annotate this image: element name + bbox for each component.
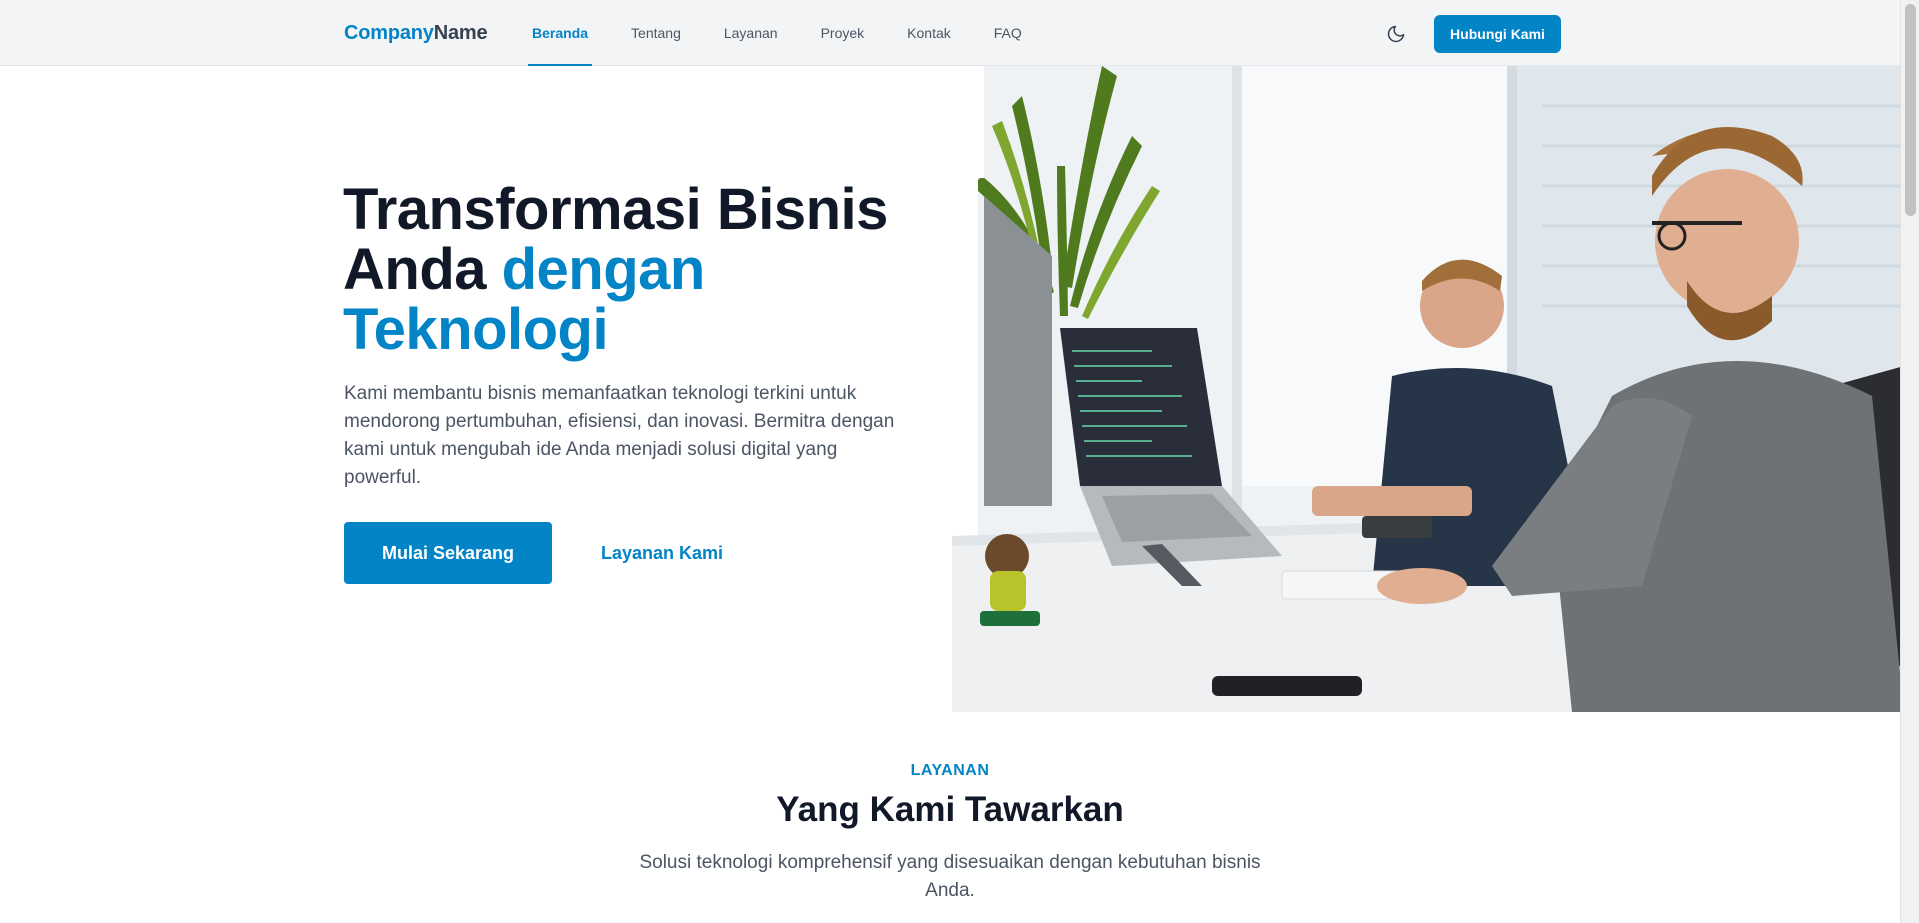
brand-part-company: Company <box>344 22 434 44</box>
our-services-link[interactable]: Layanan Kami <box>582 522 742 584</box>
get-started-button[interactable]: Mulai Sekarang <box>344 522 552 584</box>
page-scrollbar[interactable] <box>1900 0 1919 923</box>
brand-part-name: Name <box>433 22 488 44</box>
nav-item-faq[interactable]: FAQ <box>990 0 1026 66</box>
main-nav: Beranda Tentang Layanan Proyek Kontak FA… <box>528 0 1061 66</box>
hero-image <box>952 66 1904 712</box>
nav-item-kontak[interactable]: Kontak <box>903 0 955 66</box>
nav-item-layanan[interactable]: Layanan <box>720 0 782 66</box>
hero-title-line1: Transformasi Bisnis <box>343 177 888 242</box>
theme-toggle-button[interactable] <box>1382 20 1410 48</box>
navbar: CompanyName Beranda Tentang Layanan Proy… <box>0 0 1900 66</box>
moon-icon <box>1387 25 1405 43</box>
nav-item-tentang[interactable]: Tentang <box>627 0 685 66</box>
hero-title-accent1: dengan <box>501 237 706 302</box>
hero-title-line2: Anda <box>343 237 502 302</box>
hero-title: Transformasi Bisnis Anda dengan Teknolog… <box>343 180 923 360</box>
services-title: Yang Kami Tawarkan <box>776 790 1124 829</box>
hero-description: Kami membantu bisnis memanfaatkan teknol… <box>344 383 895 488</box>
brand-logo[interactable]: CompanyName <box>344 22 488 45</box>
services-eyebrow: LAYANAN <box>910 762 990 779</box>
services-description: Solusi teknologi komprehensif yang dises… <box>639 852 1261 901</box>
nav-item-proyek[interactable]: Proyek <box>817 0 869 66</box>
contact-us-button[interactable]: Hubungi Kami <box>1434 15 1561 53</box>
scrollbar-thumb[interactable] <box>1905 4 1916 216</box>
hero-title-accent2: Teknologi <box>343 297 609 362</box>
nav-item-beranda[interactable]: Beranda <box>528 0 593 66</box>
